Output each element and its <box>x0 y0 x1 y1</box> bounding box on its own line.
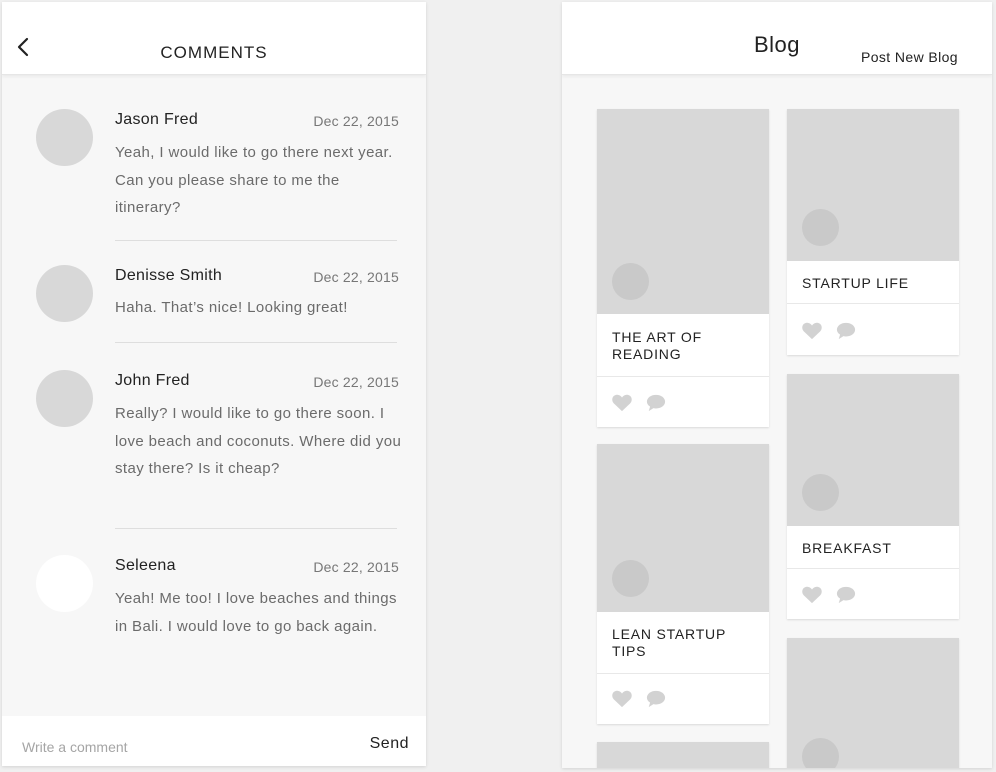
blog-card[interactable]: BREAKFAST <box>787 374 959 619</box>
blog-header: Blog Post New Blog <box>562 2 992 75</box>
card-title[interactable]: BREAKFAST <box>802 540 952 557</box>
heart-icon[interactable] <box>801 584 823 604</box>
comment-text: Haha. That’s nice! Looking great! <box>115 299 348 316</box>
avatar <box>612 560 649 597</box>
comment-text: Yeah! Me too! I love beaches and things … <box>115 590 397 635</box>
avatar[interactable] <box>36 109 93 166</box>
avatar[interactable] <box>36 265 93 322</box>
comment-icon[interactable] <box>645 689 667 709</box>
comment-composer: Send <box>2 716 426 766</box>
comments-screen: COMMENTS Jason Fred Dec 22, 2015 Yeah, I… <box>2 2 426 766</box>
heart-icon[interactable] <box>611 688 633 708</box>
comment-icon[interactable] <box>835 321 857 341</box>
comment-author[interactable]: John Fred <box>115 372 190 390</box>
comment-author[interactable]: Denisse Smith <box>115 267 222 285</box>
comments-header: COMMENTS <box>2 2 426 75</box>
comment-input[interactable] <box>22 736 322 758</box>
card-title[interactable]: THE ART OF READING <box>612 329 762 363</box>
divider <box>597 376 769 377</box>
blog-card[interactable] <box>597 742 769 768</box>
divider <box>787 568 959 569</box>
comment-icon[interactable] <box>835 585 857 605</box>
blog-screen: Blog Post New Blog THE ART OF READING ST… <box>562 2 992 768</box>
divider <box>115 342 397 343</box>
avatar <box>802 209 839 246</box>
comment-text: Yeah, I would like to go there next year… <box>115 144 393 216</box>
avatar[interactable] <box>36 555 93 612</box>
divider <box>115 528 397 529</box>
comment-author[interactable]: Seleena <box>115 557 176 575</box>
heart-icon[interactable] <box>611 392 633 412</box>
avatar[interactable] <box>36 370 93 427</box>
comment-text: Really? I would like to go there soon. I… <box>115 405 402 477</box>
blog-card[interactable] <box>787 638 959 768</box>
comment-icon[interactable] <box>645 393 667 413</box>
card-title[interactable]: LEAN STARTUP TIPS <box>612 626 762 660</box>
blog-card[interactable]: LEAN STARTUP TIPS <box>597 444 769 724</box>
comment-date: Dec 22, 2015 <box>313 113 399 129</box>
divider <box>787 303 959 304</box>
card-title[interactable]: STARTUP LIFE <box>802 275 952 292</box>
blog-card[interactable]: THE ART OF READING <box>597 109 769 427</box>
heart-icon[interactable] <box>801 320 823 340</box>
card-image <box>597 742 769 768</box>
avatar <box>802 474 839 511</box>
divider <box>115 240 397 241</box>
avatar <box>802 738 839 768</box>
divider <box>597 673 769 674</box>
send-button[interactable]: Send <box>370 735 409 753</box>
comment-date: Dec 22, 2015 <box>313 559 399 575</box>
avatar <box>612 263 649 300</box>
comment-date: Dec 22, 2015 <box>313 269 399 285</box>
comment-author[interactable]: Jason Fred <box>115 111 198 129</box>
blog-card[interactable]: STARTUP LIFE <box>787 109 959 355</box>
page-title: COMMENTS <box>160 43 268 62</box>
post-new-blog-button[interactable]: Post New Blog <box>861 49 958 65</box>
comment-date: Dec 22, 2015 <box>313 374 399 390</box>
